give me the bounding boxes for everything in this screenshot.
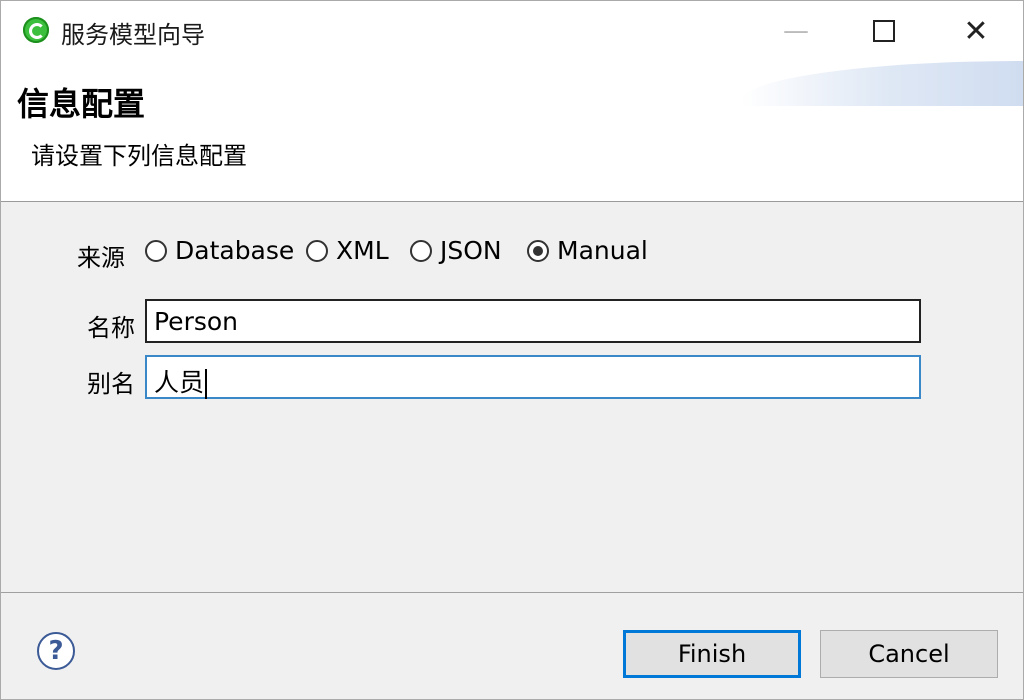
name-field[interactable]: Person [145, 299, 921, 343]
banner-decoration [741, 61, 1023, 106]
help-icon[interactable]: ? [37, 632, 75, 670]
window-title: 服务模型向导 [61, 21, 205, 49]
minimize-button[interactable]: — [766, 1, 826, 61]
radio-json[interactable]: JSON [410, 236, 502, 265]
maximize-icon [873, 20, 895, 42]
page-description: 请设置下列信息配置 [31, 142, 247, 170]
radio-label: Database [175, 236, 295, 265]
title-bar[interactable]: 服务模型向导 — ✕ [1, 1, 1023, 61]
maximize-button[interactable] [854, 1, 914, 61]
radio-circle-icon [145, 239, 167, 262]
radio-manual[interactable]: Manual [527, 236, 648, 265]
name-value: Person [154, 307, 239, 336]
radio-label: Manual [557, 236, 648, 265]
text-caret [205, 369, 208, 399]
radio-label: JSON [440, 236, 502, 265]
close-icon: ✕ [963, 13, 989, 49]
form-area: 来源 Database XML JSON Manual 名称 Person 别名… [1, 202, 1023, 592]
source-label: 来源 [77, 244, 125, 272]
radio-circle-icon [306, 239, 328, 262]
finish-button[interactable]: Finish [623, 630, 801, 678]
alias-label: 别名 [87, 370, 135, 398]
wizard-banner: 信息配置 请设置下列信息配置 [1, 61, 1023, 202]
page-title: 信息配置 [17, 85, 146, 123]
minimize-icon: — [783, 16, 809, 46]
close-button[interactable]: ✕ [946, 1, 1006, 61]
cancel-button[interactable]: Cancel [820, 630, 998, 678]
name-label: 名称 [87, 314, 135, 342]
alias-value: 人员 [154, 368, 205, 397]
radio-xml[interactable]: XML [306, 236, 389, 265]
alias-field[interactable]: 人员 [145, 355, 921, 399]
app-logo-icon [23, 17, 49, 43]
radio-selected-icon [527, 239, 549, 262]
radio-circle-icon [410, 239, 432, 262]
wizard-window: 服务模型向导 — ✕ 信息配置 请设置下列信息配置 来源 Database XM… [0, 0, 1024, 700]
footer-divider [1, 592, 1023, 593]
radio-label: XML [336, 236, 389, 265]
radio-database[interactable]: Database [145, 236, 294, 265]
